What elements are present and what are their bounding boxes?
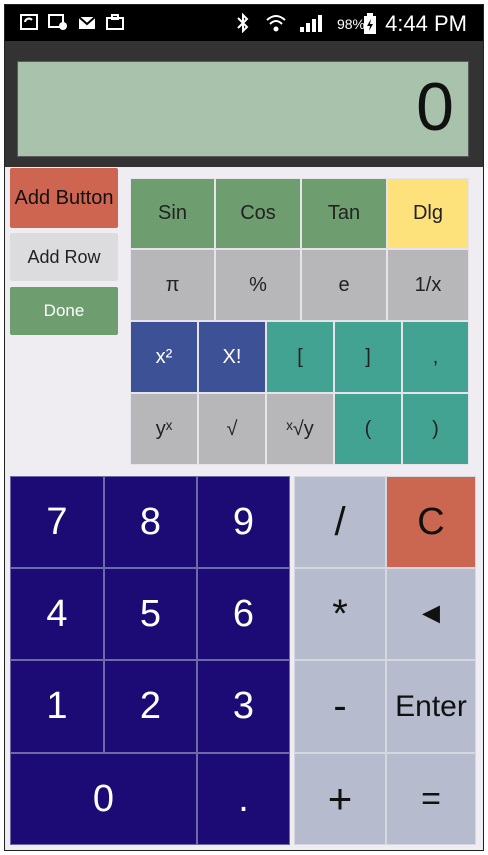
- mail-icon: [77, 13, 97, 31]
- digit-4-button[interactable]: 4: [10, 568, 104, 660]
- add-operator-button[interactable]: +: [294, 753, 386, 845]
- briefcase-icon: [105, 13, 125, 31]
- percent-button[interactable]: %: [215, 249, 301, 321]
- e-button[interactable]: e: [301, 249, 387, 321]
- pi-button[interactable]: π: [130, 249, 215, 321]
- reciprocal-button[interactable]: 1/x: [387, 249, 469, 321]
- battery-percent: 98%: [336, 16, 365, 32]
- comma-button[interactable]: ,: [402, 321, 469, 393]
- display-value: 0: [416, 69, 454, 145]
- enter-button[interactable]: Enter: [386, 660, 476, 753]
- square-button[interactable]: x²: [130, 321, 198, 393]
- clear-button[interactable]: C: [386, 476, 476, 568]
- signal-icon: [299, 13, 322, 32]
- equals-button[interactable]: =: [386, 753, 476, 845]
- close-paren-button[interactable]: ): [402, 393, 469, 465]
- open-bracket-button[interactable]: [: [266, 321, 334, 393]
- tan-button[interactable]: Tan: [301, 178, 387, 249]
- calculator-display: 0: [17, 61, 469, 157]
- sin-button[interactable]: Sin: [130, 178, 215, 249]
- close-bracket-button[interactable]: ]: [334, 321, 402, 393]
- picture-icon: [47, 13, 67, 31]
- add-button-button[interactable]: Add Button: [10, 168, 118, 228]
- done-button[interactable]: Done: [10, 287, 118, 335]
- open-paren-button[interactable]: (: [334, 393, 402, 465]
- digit-1-button[interactable]: 1: [10, 660, 104, 753]
- bluetooth-icon: [233, 12, 253, 34]
- power-button[interactable]: yˣ: [130, 393, 198, 465]
- display-bar: 0: [5, 41, 483, 167]
- dlg-button[interactable]: Dlg: [387, 178, 469, 249]
- cos-button[interactable]: Cos: [215, 178, 301, 249]
- digit-0-button[interactable]: 0: [10, 753, 197, 845]
- sqrt-button[interactable]: √: [198, 393, 266, 465]
- digit-3-button[interactable]: 3: [197, 660, 290, 753]
- backspace-button[interactable]: ◄: [386, 568, 476, 660]
- sync-icon: [19, 13, 39, 31]
- digit-7-button[interactable]: 7: [10, 476, 104, 568]
- subtract-button[interactable]: -: [294, 660, 386, 753]
- nth-root-button[interactable]: ˣ√y: [266, 393, 334, 465]
- digit-6-button[interactable]: 6: [197, 568, 290, 660]
- battery-icon: [363, 13, 383, 34]
- digit-9-button[interactable]: 9: [197, 476, 290, 568]
- divide-button[interactable]: /: [294, 476, 386, 568]
- digit-5-button[interactable]: 5: [104, 568, 197, 660]
- status-clock: 4:44 PM: [385, 11, 467, 36]
- decimal-point-button[interactable]: .: [197, 753, 290, 845]
- app-frame: 98% 4:44 PM 0 Add Button Add Row Done Si…: [4, 4, 484, 851]
- multiply-button[interactable]: *: [294, 568, 386, 660]
- digit-8-button[interactable]: 8: [104, 476, 197, 568]
- wifi-icon: [265, 13, 286, 32]
- digit-2-button[interactable]: 2: [104, 660, 197, 753]
- status-bar: 98% 4:44 PM: [5, 5, 483, 41]
- add-row-button[interactable]: Add Row: [10, 233, 118, 281]
- factorial-button[interactable]: X!: [198, 321, 266, 393]
